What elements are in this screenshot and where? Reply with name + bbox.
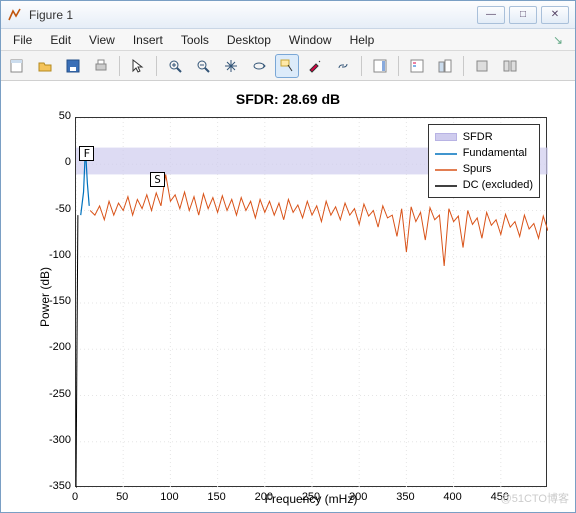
window-buttons: — □ ✕: [477, 6, 569, 24]
title-bar[interactable]: Figure 1 — □ ✕: [1, 1, 575, 29]
dock-figure-icon[interactable]: ↘: [553, 33, 567, 47]
brush-icon[interactable]: [303, 54, 327, 78]
save-icon[interactable]: [61, 54, 85, 78]
pointer-icon[interactable]: [126, 54, 150, 78]
legend-swatch-spurs: [435, 165, 457, 173]
show-tools-icon[interactable]: [498, 54, 522, 78]
legend-label: SFDR: [463, 131, 493, 143]
toolbar-sep: [463, 56, 464, 76]
pan-icon[interactable]: [219, 54, 243, 78]
new-figure-icon[interactable]: [5, 54, 29, 78]
plot-tools-icon[interactable]: [433, 54, 457, 78]
toolbar-sep: [398, 56, 399, 76]
close-button[interactable]: ✕: [541, 6, 569, 24]
data-cursor-icon[interactable]: [275, 54, 299, 78]
menu-bar: File Edit View Insert Tools Desktop Wind…: [1, 29, 575, 51]
menu-edit[interactable]: Edit: [42, 31, 79, 49]
legend-label: DC (excluded): [463, 179, 533, 191]
toolbar-sep: [156, 56, 157, 76]
print-icon[interactable]: [89, 54, 113, 78]
legend-swatch-dc: [435, 181, 457, 189]
figure-canvas[interactable]: SFDR: 28.69 dB Power (dB) Frequency (mHz…: [1, 81, 575, 512]
toolbar-sep: [361, 56, 362, 76]
legend-label: Spurs: [463, 163, 492, 175]
minimize-button[interactable]: —: [477, 6, 505, 24]
insert-legend-icon[interactable]: [405, 54, 429, 78]
open-icon[interactable]: [33, 54, 57, 78]
legend-swatch-sfdr: [435, 133, 457, 141]
legend-swatch-fundamental: [435, 149, 457, 157]
zoom-in-icon[interactable]: [163, 54, 187, 78]
hide-tools-icon[interactable]: [470, 54, 494, 78]
marker-fundamental[interactable]: F: [79, 146, 94, 161]
menu-tools[interactable]: Tools: [173, 31, 217, 49]
axes[interactable]: SFDR Fundamental Spurs DC (excluded) F S: [75, 117, 547, 487]
chart-title: SFDR: 28.69 dB: [1, 91, 575, 107]
legend-row-sfdr: SFDR: [435, 129, 533, 145]
legend-label: Fundamental: [463, 147, 527, 159]
marker-spur[interactable]: S: [150, 172, 165, 187]
menu-desktop[interactable]: Desktop: [219, 31, 279, 49]
menu-window[interactable]: Window: [281, 31, 340, 49]
figure-window: Figure 1 — □ ✕ File Edit View Insert Too…: [0, 0, 576, 513]
menu-help[interactable]: Help: [342, 31, 383, 49]
toolbar-sep: [119, 56, 120, 76]
watermark: @51CTO博客: [501, 490, 569, 506]
window-title: Figure 1: [29, 8, 477, 22]
legend-row-spurs: Spurs: [435, 161, 533, 177]
colorbar-icon[interactable]: [368, 54, 392, 78]
series-dc-excluded: [76, 215, 78, 488]
link-icon[interactable]: [331, 54, 355, 78]
legend-row-dc: DC (excluded): [435, 177, 533, 193]
figure-toolbar: [1, 51, 575, 81]
matlab-figure-icon: [7, 7, 23, 23]
menu-view[interactable]: View: [81, 31, 123, 49]
legend-row-fundamental: Fundamental: [435, 145, 533, 161]
legend[interactable]: SFDR Fundamental Spurs DC (excluded): [428, 124, 540, 198]
maximize-button[interactable]: □: [509, 6, 537, 24]
menu-file[interactable]: File: [5, 31, 40, 49]
zoom-out-icon[interactable]: [191, 54, 215, 78]
rotate3d-icon[interactable]: [247, 54, 271, 78]
menu-insert[interactable]: Insert: [125, 31, 171, 49]
